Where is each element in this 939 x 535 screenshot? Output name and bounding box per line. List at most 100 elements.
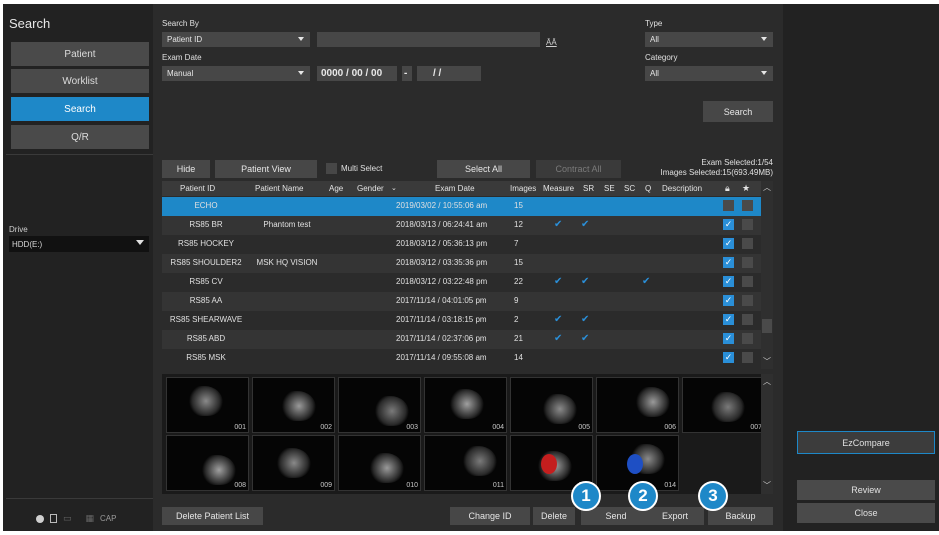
star-checkbox[interactable] [742,352,753,363]
scroll-up-icon[interactable]: ︿ [763,376,771,387]
table-row[interactable]: ECHO 2019/03/02 / 10:55:06 am 15 [162,197,763,216]
chevron-down-icon [761,37,767,41]
table-row[interactable]: RS85 BR Phantom test 2018/03/13 / 06:24:41… [162,216,763,235]
ultrasound-thumbnail[interactable]: 006 [596,377,679,433]
search-by-label: Search By [162,19,199,28]
search-by-select[interactable]: Patient ID [162,32,310,47]
col-patient-name[interactable]: Patient Name [255,184,303,193]
table-row[interactable]: RS85 CV 2018/03/12 / 03:22:48 pm 22 ✔ ✔ ✔ ✓ [162,273,763,292]
export-button[interactable]: Export [646,507,704,525]
table-body: ECHO 2019/03/02 / 10:55:06 am 15 RS85 BR Pha… [162,197,763,369]
col-description[interactable]: Description [662,184,702,193]
lock-checkbox[interactable]: ✓ [723,352,734,363]
exam-date-mode-value: Manual [167,69,194,78]
scan-image [711,392,745,422]
type-select[interactable]: All [645,32,773,47]
col-se[interactable]: SE [604,184,615,193]
nav-patient-button[interactable]: Patient [11,42,149,66]
cell-images: 14 [514,353,523,362]
keyboard-icon[interactable]: ĀĀ [546,38,557,47]
ultrasound-thumbnail[interactable]: 001 [166,377,249,433]
lock-checkbox[interactable]: ✓ [723,219,734,230]
delete-button[interactable]: Delete [533,507,575,525]
col-images[interactable]: Images [510,184,536,193]
lock-checkbox[interactable] [723,200,734,211]
table-row[interactable]: RS85 AA 2017/11/14 / 04:01:05 pm 9 ✓ [162,292,763,311]
ultrasound-thumbnail[interactable]: 010 [338,435,421,491]
scroll-up-icon[interactable]: ︿ [763,182,771,193]
nav-worklist-button[interactable]: Worklist [11,69,149,93]
star-checkbox[interactable] [742,238,753,249]
ultrasound-thumbnail[interactable]: 004 [424,377,507,433]
ultrasound-thumbnail[interactable]: 011 [424,435,507,491]
status-bar: ▭ ▦ CAP [6,506,153,531]
table-row[interactable]: RS85 ABD 2017/11/14 / 02:37:06 pm 21 ✔ ✔ ✓ [162,330,763,349]
category-select[interactable]: All [645,66,773,81]
ultrasound-thumbnail[interactable]: 003 [338,377,421,433]
ultrasound-thumbnail[interactable]: 002 [252,377,335,433]
search-button[interactable]: Search [703,101,773,122]
table-scrollbar[interactable]: ︿ ﹀ [761,181,773,369]
nav-search-button[interactable]: Search [11,97,149,121]
nav-qr-button[interactable]: Q/R [11,125,149,149]
drive-select[interactable]: HDD(E:) [9,236,149,252]
change-id-button[interactable]: Change ID [450,507,530,525]
col-exam-date[interactable]: Exam Date [435,184,475,193]
delete-patient-list-button[interactable]: Delete Patient List [162,507,263,525]
ezcompare-button[interactable]: EzCompare [797,431,935,454]
star-checkbox[interactable] [742,295,753,306]
ultrasound-thumbnail[interactable]: 007 [682,377,765,433]
col-sr[interactable]: SR [583,184,594,193]
ultrasound-thumbnail[interactable]: 005 [510,377,593,433]
ultrasound-thumbnail[interactable]: 009 [252,435,335,491]
star-checkbox[interactable] [742,333,753,344]
search-input[interactable] [317,32,540,47]
cell-exam-date: 2018/03/12 / 03:35:36 pm [396,258,488,267]
sr-check-icon: ✔ [581,219,590,230]
select-all-button[interactable]: Select All [437,160,530,178]
lock-checkbox[interactable]: ✓ [723,238,734,249]
scrollbar-thumb[interactable] [762,319,772,333]
close-button[interactable]: Close [797,503,935,523]
color-doppler-overlay [627,454,643,474]
table-row[interactable]: RS85 MSK 2017/11/14 / 09:55:08 am 14 ✓ [162,349,763,368]
cell-patient-id: RS85 MSK [186,353,226,362]
col-gender[interactable]: Gender [357,184,384,193]
col-q[interactable]: Q [645,184,651,193]
review-button[interactable]: Review [797,480,935,500]
star-checkbox[interactable] [742,314,753,325]
main-panel: Search By Patient ID ĀĀ Exam Date Manual… [153,4,783,531]
contract-all-button[interactable]: Contract All [536,160,621,178]
table-row[interactable]: RS85 SHOULDER2 MSK HQ VISION 2018/03/12 / … [162,254,763,273]
star-checkbox[interactable] [742,257,753,268]
star-checkbox[interactable] [742,200,753,211]
col-patient-id[interactable]: Patient ID [180,184,215,193]
col-sc[interactable]: SC [624,184,635,193]
thumbnail-scrollbar[interactable]: ︿ ﹀ [761,374,773,494]
date-to-field[interactable]: / / [417,66,481,81]
col-measure[interactable]: Measure [543,184,574,193]
patient-view-button[interactable]: Patient View [215,160,317,178]
lock-checkbox[interactable]: ✓ [723,333,734,344]
scroll-down-icon[interactable]: ﹀ [763,356,771,367]
star-checkbox[interactable] [742,219,753,230]
lock-icon[interactable]: 🔒︎ [725,183,730,194]
hide-button[interactable]: Hide [162,160,210,178]
star-icon[interactable]: ★ [742,183,750,194]
cell-patient-name: MSK HQ VISION [256,258,318,267]
col-age[interactable]: Age [329,184,343,193]
table-row[interactable]: RS85 HOCKEY 2018/03/12 / 05:36:13 pm 7 ✓ [162,235,763,254]
table-row[interactable]: RS85 SHEARWAVE 2017/11/14 / 03:18:15 pm 2 ✔… [162,311,763,330]
star-checkbox[interactable] [742,276,753,287]
lock-checkbox[interactable]: ✓ [723,257,734,268]
ultrasound-thumbnail[interactable]: 008 [166,435,249,491]
exam-date-mode-select[interactable]: Manual [162,66,310,81]
multi-select-checkbox[interactable] [326,163,337,174]
caps-indicator: CAP [100,514,117,523]
lock-checkbox[interactable]: ✓ [723,276,734,287]
lock-checkbox[interactable]: ✓ [723,295,734,306]
scroll-down-icon[interactable]: ﹀ [763,480,771,491]
app-frame: Search Patient Worklist Search Q/R Drive… [0,0,939,535]
date-from-field[interactable]: 0000 / 00 / 00 [317,66,397,81]
lock-checkbox[interactable]: ✓ [723,314,734,325]
